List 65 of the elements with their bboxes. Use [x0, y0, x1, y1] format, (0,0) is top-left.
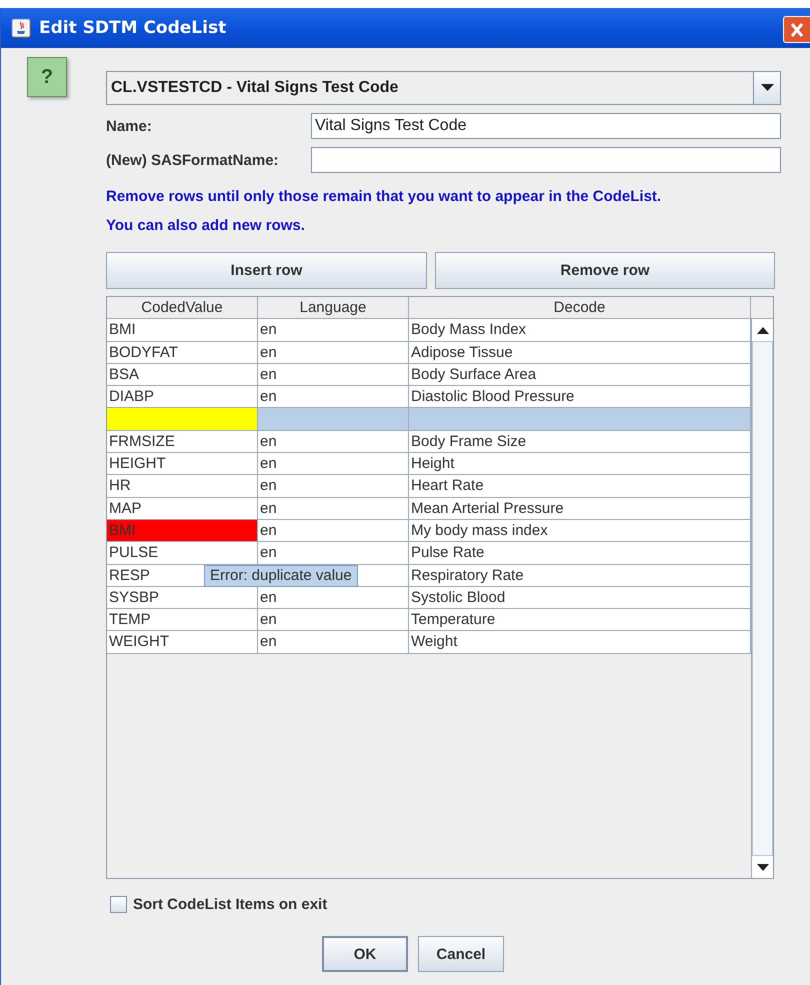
table-cell: en	[258, 364, 409, 386]
checkbox[interactable]	[110, 896, 127, 913]
table-cell: BMI	[107, 520, 258, 542]
table-cell: Systolic Blood	[409, 586, 751, 610]
table-cell: Height	[409, 453, 751, 476]
table-cell: Body Surface Area	[409, 364, 751, 386]
dialog-button[interactable]: OK	[322, 936, 408, 972]
text-field[interactable]: Vital Signs Test Code	[311, 113, 781, 139]
table-cell: BODYFAT	[107, 342, 258, 364]
table-cell: en	[258, 342, 409, 364]
table-cell: TEMP	[107, 609, 258, 632]
column-header[interactable]: Decode	[409, 297, 751, 319]
table-cell: Temperature	[409, 609, 751, 632]
table-cell: MAP	[107, 498, 258, 520]
table-cell: DIABP	[107, 386, 258, 408]
table-cell: Adipose Tissue	[409, 342, 751, 364]
table-cell: PULSE	[107, 542, 258, 565]
instruction-text: You can also add new rows.	[106, 216, 306, 236]
table-cell: en	[258, 319, 409, 342]
window-title: Edit SDTM CodeList	[39, 18, 226, 38]
column-header[interactable]: Language	[258, 297, 409, 319]
dialog-button[interactable]: Cancel	[418, 936, 504, 972]
codelist-dropdown[interactable]: CL.VSTESTCD - Vital Signs Test Code	[106, 71, 781, 105]
table-cell: en	[258, 475, 409, 498]
instruction-text: Remove rows until only those remain that you want to appear in the CodeList.	[106, 187, 662, 207]
table-cell: BMI	[107, 319, 258, 342]
close-button[interactable]	[783, 16, 810, 43]
table-cell: HR	[107, 475, 258, 498]
scroll-down-icon[interactable]	[756, 864, 768, 870]
app-icon	[11, 18, 31, 38]
field-label: Name:	[106, 118, 153, 134]
table-cell: en	[258, 453, 409, 476]
table-cell: FRMSIZE	[107, 430, 258, 454]
table-cell: en	[258, 498, 409, 520]
dropdown-arrow-icon	[760, 84, 774, 92]
error-tooltip: Error: duplicate value	[204, 565, 358, 587]
table-cell: HEIGHT	[107, 453, 258, 476]
table-cell: My body mass index	[409, 520, 751, 542]
table-cell: en	[258, 430, 409, 454]
column-header[interactable]: CodedValue	[107, 297, 258, 319]
table-cell: WEIGHT	[107, 631, 258, 654]
table-cell: Body Mass Index	[409, 319, 751, 342]
table-cell: en	[258, 609, 409, 632]
help-button[interactable]: ?	[27, 57, 67, 97]
checkbox-label: Sort CodeList Items on exit	[133, 896, 328, 913]
table-cell: en	[258, 386, 409, 408]
table-cell: en	[258, 586, 409, 610]
table-cell: en	[258, 542, 409, 565]
table-cell: Body Frame Size	[409, 430, 751, 454]
table-cell: en	[258, 520, 409, 542]
table-cell: Diastolic Blood Pressure	[409, 386, 751, 408]
table-cell: Heart Rate	[409, 475, 751, 498]
table-cell: Mean Arterial Pressure	[409, 498, 751, 520]
table-cell: BSA	[107, 364, 258, 386]
table-cell: Pulse Rate	[409, 542, 751, 565]
table-action-button[interactable]: Remove row	[435, 252, 775, 289]
field-label: (New) SASFormatName:	[106, 152, 280, 168]
table-cell: SYSBP	[107, 586, 258, 610]
table-action-button[interactable]: Insert row	[106, 252, 427, 289]
text-field[interactable]	[311, 147, 781, 173]
table-cell: en	[258, 631, 409, 654]
table-cell: Weight	[409, 631, 751, 654]
table-cell: Respiratory Rate	[409, 564, 751, 587]
scroll-up-icon[interactable]	[756, 326, 768, 334]
scrollbar[interactable]	[751, 297, 774, 878]
